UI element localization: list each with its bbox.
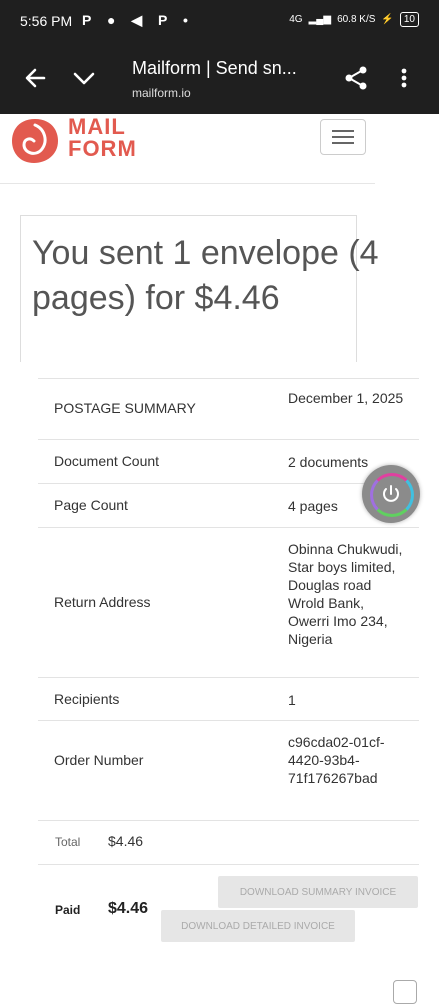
row-label: POSTAGE SUMMARY — [54, 400, 196, 416]
status-bar: 5:56 PM P ● ◀ P • 4G ▂▄▆ 60.8 K/S ⚡ 10 — [0, 0, 439, 44]
download-summary-invoice-button[interactable]: DOWNLOAD SUMMARY INVOICE — [218, 876, 418, 908]
notification-icons: P ● ◀ P • — [82, 12, 194, 28]
signal-icon: ▂▄▆ — [308, 14, 332, 25]
total-value: $4.46 — [108, 833, 144, 849]
table-row: Return Address Obinna Chukwudi, Star boy… — [38, 527, 419, 677]
paid-label: Paid — [55, 903, 81, 917]
logo-mark-icon — [10, 117, 60, 165]
table-row: Document Count 2 documents — [38, 439, 419, 483]
download-detailed-invoice-button[interactable]: DOWNLOAD DETAILED INVOICE — [161, 910, 355, 942]
header-divider — [0, 183, 375, 184]
table-row: Order Number c96cda02-01cf-4420-93b4-71f… — [38, 720, 419, 799]
row-label: Page Count — [54, 497, 128, 513]
table-row: POSTAGE SUMMARY December 1, 2025 — [38, 378, 419, 439]
row-label: Order Number — [54, 752, 144, 768]
logo-line1: MAIL — [68, 114, 126, 139]
power-icon — [383, 485, 399, 502]
browser-toolbar: Mailform | Send sn... mailform.io — [0, 44, 439, 114]
order-heading: You sent 1 envelope (4 pages) for $4.46 — [32, 234, 379, 317]
battery-icon: 10 — [399, 12, 419, 27]
network-speed: 60.8 K/S — [337, 14, 376, 25]
logo-line2: FORM — [68, 136, 137, 161]
total-label: Total — [55, 835, 81, 849]
row-label: Document Count — [54, 453, 160, 469]
mailform-logo[interactable]: MAIL FORM — [10, 114, 150, 164]
postage-summary-table: POSTAGE SUMMARY December 1, 2025 Documen… — [38, 378, 419, 799]
page-title: Mailform | Send sn... — [132, 58, 297, 78]
status-indicators: 4G ▂▄▆ 60.8 K/S ⚡ 10 — [289, 12, 419, 27]
paid-value: $4.46 — [108, 900, 149, 917]
row-value: Obinna Chukwudi, Star boys limited, Doug… — [288, 541, 403, 647]
row-value: December 1, 2025 — [288, 390, 404, 406]
table-row: Recipients 1 — [38, 677, 419, 720]
row-label: Return Address — [54, 594, 151, 610]
status-time: 5:56 PM — [20, 13, 73, 29]
back-arrow-icon[interactable] — [22, 64, 50, 92]
row-value: 1 — [288, 692, 296, 708]
network-type: 4G — [289, 14, 303, 25]
row-value: c96cda02-01cf-4420-93b4-71f176267bad — [288, 734, 385, 786]
floating-power-button[interactable] — [362, 465, 420, 523]
charging-icon: ⚡ — [381, 14, 394, 25]
corner-checkbox[interactable] — [393, 980, 417, 1004]
paid-divider — [38, 864, 419, 865]
page-url[interactable]: mailform.io — [132, 86, 191, 100]
row-label: Recipients — [54, 691, 120, 707]
share-icon[interactable] — [342, 64, 370, 92]
chevron-down-icon[interactable] — [70, 64, 98, 92]
more-vert-icon[interactable] — [395, 64, 413, 92]
hamburger-menu-button[interactable] — [320, 119, 366, 155]
logo-text: MAIL FORM — [68, 116, 137, 160]
totals-divider — [38, 820, 419, 821]
